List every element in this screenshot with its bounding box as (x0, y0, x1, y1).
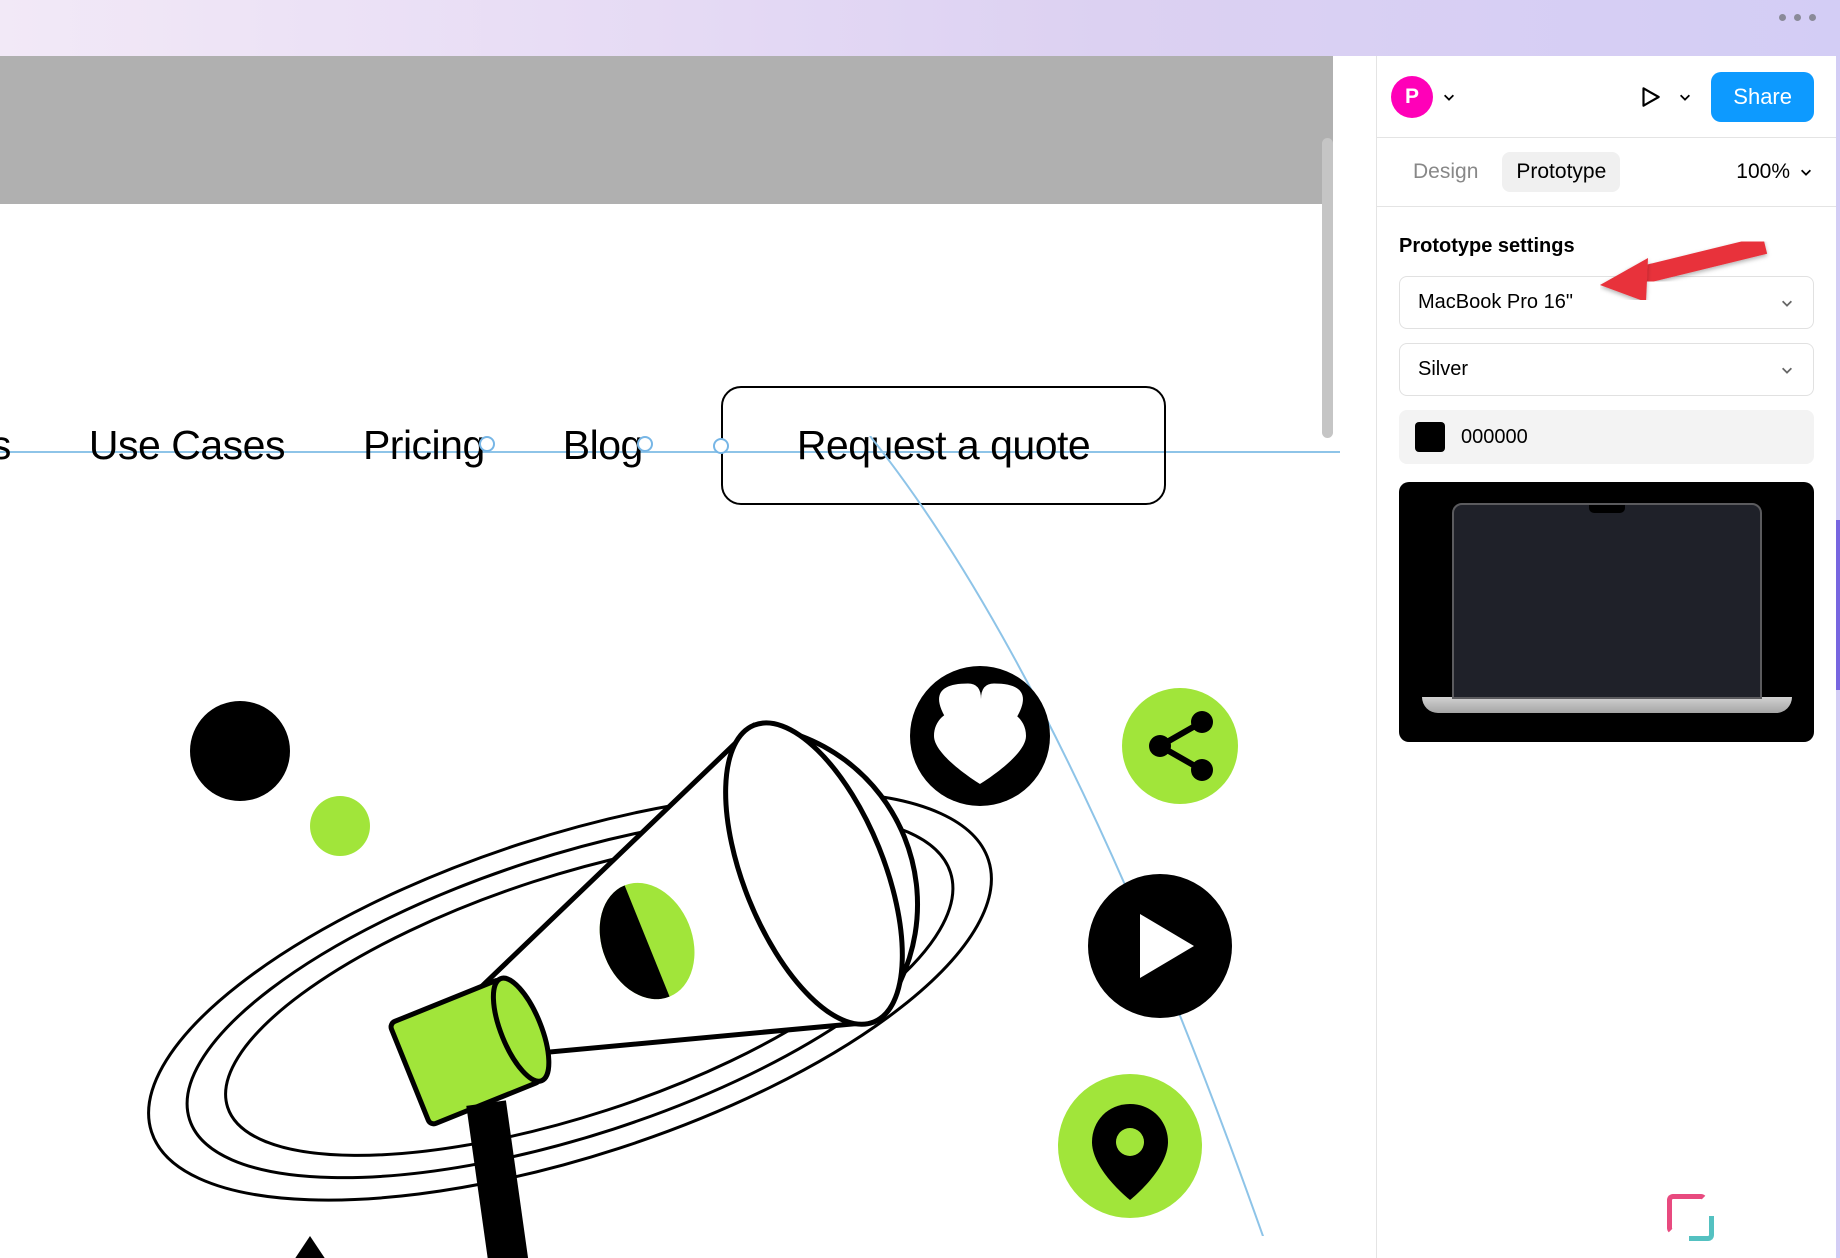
prototype-node-dot[interactable] (713, 438, 729, 454)
nav-item-pricing[interactable]: Pricing (363, 422, 485, 469)
xda-logo-icon (1667, 1194, 1707, 1234)
color-swatch[interactable] (1415, 422, 1445, 452)
chevron-down-icon (1779, 295, 1795, 311)
laptop-screen (1452, 503, 1762, 699)
finish-value: Silver (1418, 358, 1468, 381)
nav-label: Pricing (363, 422, 485, 468)
dot-icon (1809, 14, 1816, 21)
annotation-arrow (1600, 230, 1780, 300)
user-avatar[interactable]: P (1391, 76, 1433, 118)
play-circle-icon (1088, 874, 1232, 1018)
nav-item-blog[interactable]: Blog (563, 422, 643, 469)
tab-design[interactable]: Design (1399, 152, 1492, 192)
triangle-shape (270, 1236, 350, 1258)
zoom-control[interactable]: 100% (1736, 160, 1814, 184)
location-icon (1058, 1074, 1202, 1218)
laptop-notch (1589, 505, 1625, 513)
panel-header: P Share (1377, 56, 1836, 138)
watermark-text: XDA (1715, 1190, 1810, 1238)
share-icon (1122, 688, 1238, 804)
chevron-down-icon[interactable] (1441, 89, 1457, 105)
canvas-illustration-megaphone[interactable] (110, 656, 1310, 1258)
canvas-frame-header (0, 56, 1333, 204)
device-value: MacBook Pro 16" (1418, 291, 1573, 314)
watermark: XDA (1667, 1190, 1810, 1238)
canvas[interactable]: ices Use Cases Pricing Blog Request a qu… (0, 56, 1376, 1258)
laptop-base (1422, 697, 1792, 713)
chevron-down-icon[interactable] (1677, 89, 1693, 105)
heart-icon (910, 666, 1050, 806)
tabs-row: Design Prototype 100% (1377, 138, 1836, 207)
dot-icon (1779, 14, 1786, 21)
vertical-scrollbar[interactable] (1322, 138, 1333, 438)
window-controls[interactable] (1779, 14, 1816, 21)
prototype-node-dot[interactable] (637, 436, 653, 452)
present-button[interactable] (1635, 82, 1665, 112)
device-finish-dropdown[interactable]: Silver (1399, 343, 1814, 396)
dot-icon (1794, 14, 1801, 21)
laptop-mockup (1422, 503, 1792, 721)
zoom-value: 100% (1736, 160, 1790, 184)
nav-item-use-cases[interactable]: Use Cases (89, 422, 285, 469)
prototype-node-dot[interactable] (479, 436, 495, 452)
color-hex: 000000 (1461, 426, 1528, 449)
device-preview (1399, 482, 1814, 742)
share-button[interactable]: Share (1711, 72, 1814, 122)
background-color-row[interactable]: 000000 (1399, 410, 1814, 464)
chevron-down-icon (1798, 164, 1814, 180)
app-window: ices Use Cases Pricing Blog Request a qu… (0, 56, 1836, 1258)
tab-prototype[interactable]: Prototype (1502, 152, 1620, 192)
nav-item-services[interactable]: ices (0, 422, 11, 469)
nav-label: Blog (563, 422, 643, 468)
chevron-down-icon (1779, 362, 1795, 378)
